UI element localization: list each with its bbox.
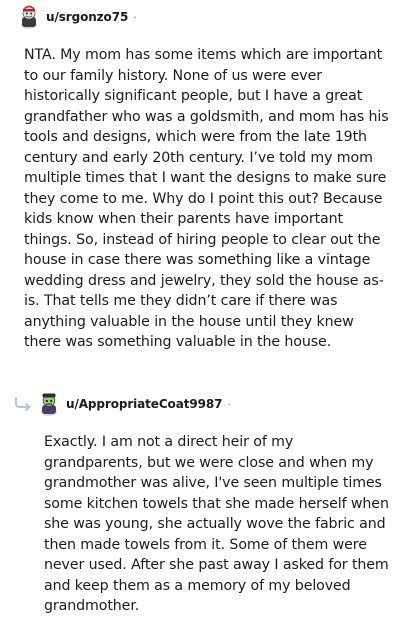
reply-arrow-icon — [15, 397, 31, 411]
username-link[interactable]: u/srgonzo75 — [46, 10, 128, 24]
user-avatar-icon[interactable] — [38, 392, 60, 416]
comment-body: Exactly. I am not a direct heir of my gr… — [44, 434, 389, 614]
comment-header: u/AppropriateCoat9987 · — [38, 392, 231, 416]
username-link[interactable]: u/AppropriateCoat9987 — [66, 397, 222, 411]
separator-dot: · — [227, 397, 231, 411]
comment-body: NTA. My mom has some items which are imp… — [24, 47, 389, 350]
user-avatar-icon[interactable] — [18, 5, 40, 29]
comment-header: u/srgonzo75 · — [18, 5, 137, 29]
separator-dot: · — [133, 10, 137, 24]
